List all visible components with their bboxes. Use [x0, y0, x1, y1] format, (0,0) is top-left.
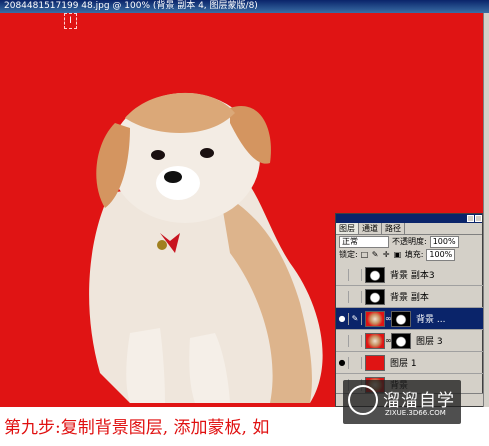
layer-list: 背景 副本3 背景 副本 ● ✎ ∞ 背景 ... ∞ 图层 3 ● 图层 1 [336, 264, 483, 396]
eye-icon[interactable]: ● [336, 312, 349, 325]
eye-icon[interactable]: ● [336, 356, 349, 369]
visibility-toggle[interactable] [336, 290, 349, 303]
logo-mark-icon [348, 385, 378, 415]
blend-row: 正常 不透明度: 100% [336, 235, 482, 248]
watermark-text: 溜溜自学 [383, 391, 455, 411]
panel-tabs: 图层 通道 路径 [336, 223, 482, 235]
close-icon[interactable] [475, 215, 482, 222]
tab-channels[interactable]: 通道 [359, 223, 382, 234]
layer-name: 背景 副本3 [390, 271, 435, 281]
layer-thumbnail [365, 266, 385, 283]
link-toggle[interactable] [349, 290, 362, 303]
watermark-url: ZIXUE.3D66.COM [385, 409, 446, 417]
blend-mode-select[interactable]: 正常 [339, 235, 389, 248]
panel-title-bar[interactable] [336, 214, 482, 223]
visibility-toggle[interactable] [336, 268, 349, 281]
opacity-input[interactable]: 100% [429, 235, 459, 248]
layer-name: 图层 3 [416, 337, 443, 347]
layer-row-selected[interactable]: ● ✎ ∞ 背景 ... [336, 308, 483, 330]
tab-paths[interactable]: 路径 [382, 223, 405, 234]
lock-label: 锁定: [339, 250, 358, 259]
lock-all-icon[interactable]: ▣ [394, 250, 402, 259]
layer-row[interactable]: ∞ 图层 3 [336, 330, 483, 352]
brush-icon[interactable]: ✎ [349, 312, 362, 325]
opacity-label: 不透明度: [392, 237, 427, 246]
tutorial-caption: 第九步:复制背景图层, 添加蒙板, 如 [4, 418, 270, 438]
tab-layers[interactable]: 图层 [336, 223, 359, 234]
visibility-toggle[interactable] [336, 334, 349, 347]
layer-mask-thumbnail[interactable] [391, 310, 411, 327]
link-toggle[interactable] [349, 356, 362, 369]
layer-name: 图层 1 [390, 359, 417, 369]
link-toggle[interactable] [349, 334, 362, 347]
layer-name: 背景 副本 [390, 293, 429, 303]
vertical-scrollbar[interactable] [483, 13, 489, 407]
layer-row[interactable]: ● 图层 1 [336, 352, 483, 374]
layer-thumbnail [365, 288, 385, 305]
lock-paint-icon[interactable]: ✎ [372, 250, 380, 259]
lock-move-icon[interactable]: ✛ [383, 250, 391, 259]
layer-name: 背景 ... [416, 315, 446, 325]
layer-thumbnail [365, 354, 385, 371]
lock-row: 锁定: □ ✎ ✛ ▣ 填充: 100% [336, 248, 482, 261]
minimize-icon[interactable] [467, 215, 474, 222]
fill-input[interactable]: 100% [426, 248, 456, 261]
layer-row[interactable]: 背景 副本3 [336, 264, 483, 286]
layer-thumbnail [365, 332, 385, 349]
link-toggle[interactable] [349, 268, 362, 281]
layers-panel: 图层 通道 路径 正常 不透明度: 100% 锁定: □ ✎ ✛ ▣ 填充: 1… [335, 213, 483, 407]
watermark-logo: 溜溜自学 ZIXUE.3D66.COM [343, 380, 461, 424]
layer-mask-thumbnail[interactable] [391, 332, 411, 349]
layer-row[interactable]: 背景 副本 [336, 286, 483, 308]
fill-label: 填充: [404, 250, 424, 259]
document-title-bar[interactable]: 2084481517199 48.jpg @ 100% (背景 副本 4, 图层… [0, 0, 489, 13]
layer-thumbnail [365, 310, 385, 327]
dog-photo [89, 92, 323, 403]
lock-transparency-icon[interactable]: □ [361, 250, 369, 259]
text-cursor-icon: I [64, 13, 77, 29]
